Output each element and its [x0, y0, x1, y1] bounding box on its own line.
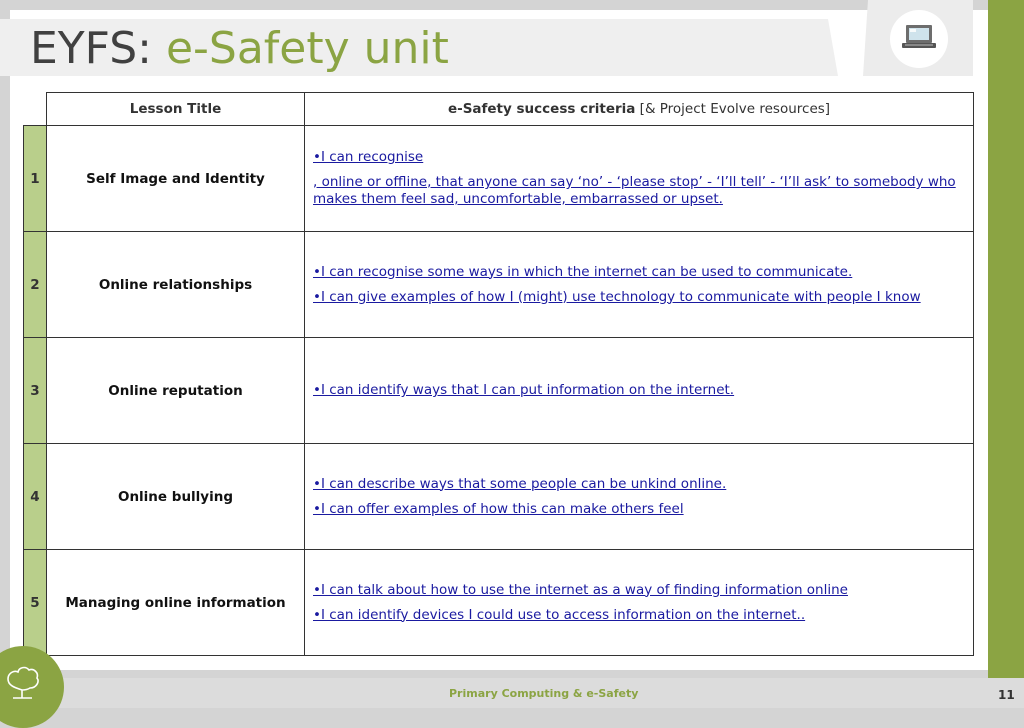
row-number: 5	[23, 549, 47, 656]
criteria-link[interactable]: , online or offline, that anyone can say…	[313, 174, 965, 208]
criteria-cell: •I can describe ways that some people ca…	[304, 443, 974, 550]
table-row: 3 Online reputation •I can identify ways t…	[23, 337, 974, 444]
criteria-link[interactable]: •I can give examples of how I (might) us…	[313, 289, 965, 306]
table-row: 1 Self Image and Identity •I can recognise…	[23, 125, 974, 232]
lesson-table: Lesson Title e-Safety success criteria […	[23, 92, 974, 656]
criteria-cell: •I can identify ways that I can put info…	[304, 337, 974, 444]
criteria-link[interactable]: •I can recognise	[313, 149, 965, 166]
lesson-title-cell: Managing online information	[46, 549, 305, 656]
criteria-link[interactable]: •I can talk about how to use the interne…	[313, 582, 965, 599]
criteria-cell: •I can recognise , online or offline, tha…	[304, 125, 974, 232]
title-prefix: EYFS:	[30, 23, 152, 74]
row-number: 1	[23, 125, 47, 232]
page-title: EYFS: e-Safety unit	[30, 22, 449, 76]
header-lesson-title: Lesson Title	[46, 92, 305, 126]
lesson-title-cell: Online relationships	[46, 231, 305, 338]
row-number: 2	[23, 231, 47, 338]
criteria-link[interactable]: •I can recognise some ways in which the …	[313, 264, 965, 281]
lesson-title-cell: Online reputation	[46, 337, 305, 444]
header-criteria-rest: [& Project Evolve resources]	[635, 101, 831, 117]
criteria-link[interactable]: •I can offer examples of how this can ma…	[313, 501, 965, 518]
lesson-title-cell: Online bullying	[46, 443, 305, 550]
header-criteria-bold: e-Safety success criteria	[447, 101, 636, 117]
row-number: 4	[23, 443, 47, 550]
table-header-row: Lesson Title e-Safety success criteria […	[23, 92, 974, 126]
page-number: 11	[998, 688, 1015, 702]
row-number: 3	[23, 337, 47, 444]
table-row: 4 Online bullying •I can describe ways tha…	[23, 443, 974, 550]
criteria-link[interactable]: •I can describe ways that some people ca…	[313, 476, 965, 493]
header-criteria: e-Safety success criteria [& Project Evo…	[304, 92, 974, 126]
footer-text: Primary Computing & e-Safety	[449, 687, 639, 700]
criteria-link[interactable]: •I can identify ways that I can put info…	[313, 382, 965, 399]
right-accent-bar	[988, 0, 1024, 680]
criteria-link[interactable]: •I can identify devices I could use to a…	[313, 607, 965, 624]
title-accent: e-Safety unit	[165, 23, 449, 74]
header-corner	[23, 92, 47, 126]
criteria-cell: •I can talk about how to use the interne…	[304, 549, 974, 656]
laptop-icon	[890, 10, 948, 68]
table-row: 5 Managing online information •I can talk …	[23, 549, 974, 656]
lesson-title-cell: Self Image and Identity	[46, 125, 305, 232]
tree-logo-icon	[0, 646, 64, 728]
criteria-cell: •I can recognise some ways in which the …	[304, 231, 974, 338]
table-row: 2 Online relationships •I can recognise so…	[23, 231, 974, 338]
